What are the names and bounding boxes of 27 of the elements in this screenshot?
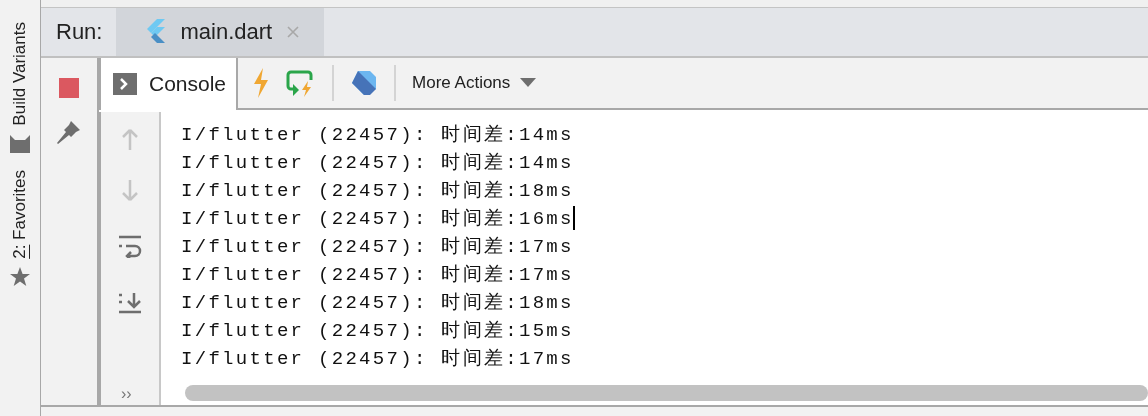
caret-icon (520, 78, 537, 88)
pin-icon[interactable] (55, 118, 83, 146)
console-line: I/flutter (22457): 时间差:15ms (181, 319, 574, 343)
console-icon (113, 73, 137, 95)
console-line: I/flutter (22457): 时间差:17ms (181, 347, 574, 371)
soft-wrap-icon[interactable] (118, 234, 142, 258)
file-tab[interactable]: main.dart (116, 8, 325, 56)
more-actions-button[interactable]: More Actions (412, 73, 537, 93)
run-label: Run: (55, 19, 104, 45)
scroll-to-end-icon[interactable] (118, 290, 142, 314)
lightning-icon[interactable] (252, 68, 271, 98)
console-line: I/flutter (22457): 时间差:17ms (181, 263, 574, 287)
console-line: I/flutter (22457): 时间差:17ms (181, 235, 574, 259)
tool-window-button[interactable]: 2: Favorites (9, 169, 31, 289)
console-line: I/flutter (22457): 时间差:14ms (181, 151, 574, 175)
console-line: I/flutter (22457): 时间差:18ms (181, 291, 574, 315)
console-line: I/flutter (22457): 时间差:16ms (181, 207, 574, 231)
up-arrow-icon[interactable] (120, 128, 140, 152)
close-icon[interactable] (286, 25, 301, 39)
console-line: I/flutter (22457): 时间差:14ms (181, 123, 574, 147)
tool-window-button[interactable]: Build Variants (9, 22, 31, 154)
stop-icon[interactable] (59, 78, 79, 98)
more-icon[interactable]: ›› (121, 385, 132, 403)
dart-icon[interactable] (350, 69, 379, 97)
horizontal-scrollbar[interactable] (185, 385, 1148, 401)
console-line: I/flutter (22457): 时间差:18ms (181, 179, 574, 203)
down-arrow-icon[interactable] (120, 178, 140, 202)
